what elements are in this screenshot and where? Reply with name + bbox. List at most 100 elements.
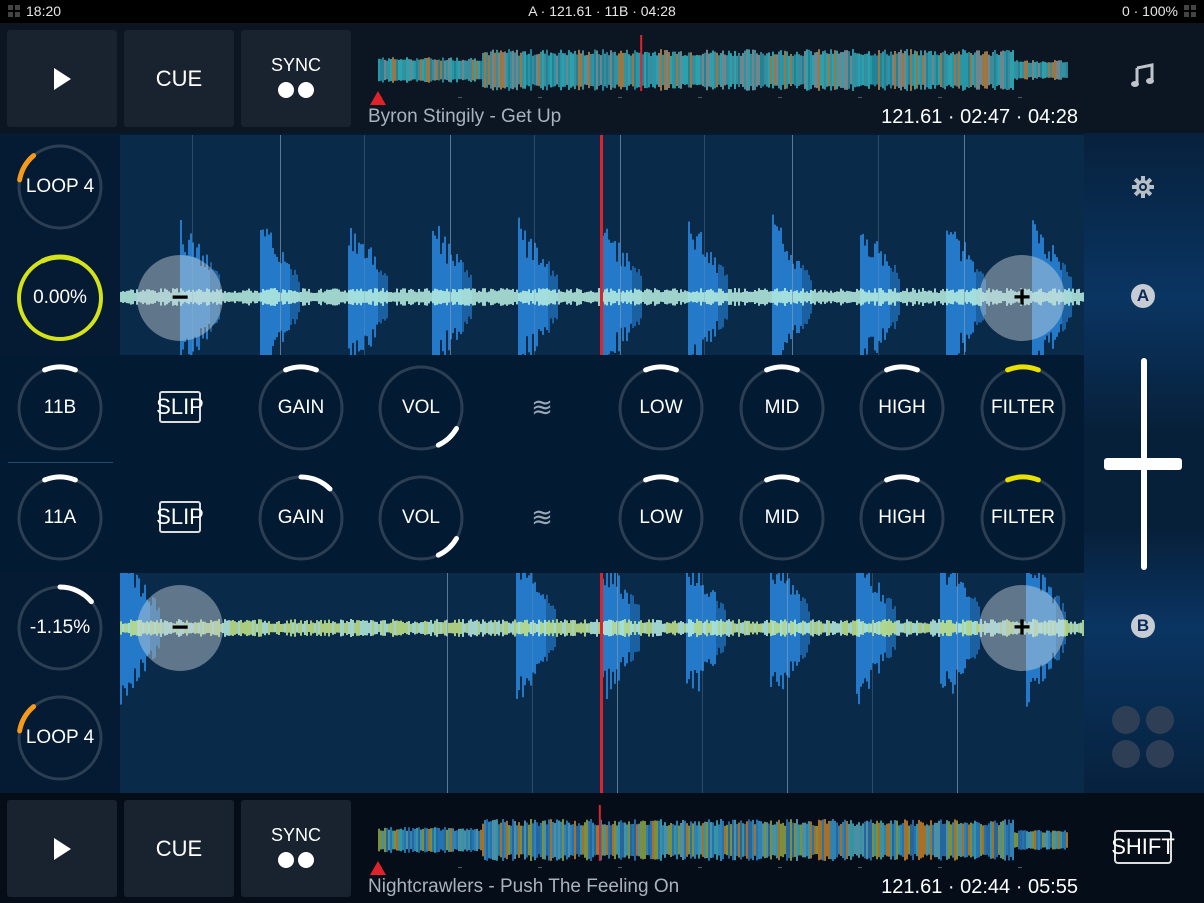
overview-bar (388, 58, 390, 82)
deck-a-key-knob[interactable]: 11B (16, 364, 104, 452)
sync-label: SYNC (270, 825, 321, 845)
overview-bar (402, 829, 404, 851)
wave-core (770, 619, 772, 637)
deck-a-pitch-knob[interactable]: 0.00% (16, 254, 104, 342)
deck-b-zoom-out-button[interactable]: − (137, 585, 223, 671)
wave-core (564, 619, 566, 637)
overview-bar (396, 59, 398, 81)
wave-core (514, 292, 516, 302)
deck-a-mid-knob[interactable]: MID (738, 364, 826, 452)
deck-b-waveform[interactable] (120, 573, 1084, 793)
deck-a-sync-button[interactable]: SYNC (241, 30, 351, 127)
overview-bar (458, 828, 460, 852)
wave-core (656, 619, 658, 637)
wave-core (290, 619, 292, 637)
overview-bar (390, 59, 392, 81)
wave-core (456, 622, 458, 634)
deck-b-overview-waveform[interactable] (368, 805, 1078, 875)
overview-bar (736, 55, 738, 85)
deck-a-waveform[interactable] (120, 135, 1084, 355)
deck-a-zoom-out-button[interactable]: − (137, 255, 223, 341)
overview-bar (672, 51, 674, 89)
eq-icon[interactable]: ≋ (527, 502, 557, 533)
deck-a-gain-knob[interactable]: GAIN (257, 364, 345, 452)
wave-core (718, 288, 720, 306)
deck-a-zoom-in-button[interactable]: + (979, 255, 1065, 341)
overview-bar (686, 823, 688, 857)
settings-gear-icon[interactable] (1131, 175, 1155, 199)
wave-core (520, 292, 522, 302)
deck-a-play-button[interactable] (7, 30, 117, 127)
wave-core (226, 292, 228, 302)
deck-b-select-button[interactable]: B (1131, 614, 1155, 638)
wave-core (932, 292, 934, 302)
wave-core (406, 621, 408, 635)
overview-bar (788, 821, 790, 859)
deck-b-low-knob[interactable]: LOW (617, 474, 705, 562)
overview-bar (564, 53, 566, 87)
overview-bar (1066, 62, 1068, 78)
crossfader[interactable] (1104, 355, 1184, 573)
overview-bar (930, 50, 932, 90)
deck-a-low-knob[interactable]: LOW (617, 364, 705, 452)
wave-core (448, 291, 450, 303)
deck-a-loop-knob[interactable]: LOOP 4 (16, 143, 104, 231)
overview-bar (396, 829, 398, 851)
deck-b-cue-button[interactable]: CUE (124, 800, 234, 897)
wave-core (268, 289, 270, 305)
overview-bar (1008, 50, 1010, 90)
overview-bar (716, 820, 718, 860)
wave-core (534, 622, 536, 634)
wave-core (300, 620, 302, 636)
deck-b-filter-knob[interactable]: FILTER (979, 474, 1067, 562)
wave-core (844, 620, 846, 636)
overview-bar (1002, 50, 1004, 90)
deck-a-cue-button[interactable]: CUE (124, 30, 234, 127)
wave-core (772, 620, 774, 636)
deck-b-gain-knob[interactable]: GAIN (257, 474, 345, 562)
wave-core (438, 622, 440, 634)
overview-bar (514, 52, 516, 88)
overview-bar (420, 59, 422, 81)
crossfader-handle[interactable] (1104, 458, 1182, 470)
deck-b-high-knob[interactable]: HIGH (858, 474, 946, 562)
wave-core (836, 623, 838, 633)
deck-a-volume-knob[interactable]: VOL (377, 364, 465, 452)
overview-bar (664, 50, 666, 90)
deck-b-zoom-in-button[interactable]: + (979, 585, 1065, 671)
wave-core (692, 291, 694, 303)
eq-icon[interactable]: ≋ (527, 392, 557, 423)
wave-core (662, 623, 664, 633)
overview-bar (970, 822, 972, 858)
wave-core (500, 288, 502, 306)
deck-b-mid-knob[interactable]: MID (738, 474, 826, 562)
overview-bar (472, 829, 474, 851)
shift-button[interactable]: SHIFT (1111, 830, 1175, 864)
overview-bar (720, 53, 722, 87)
deck-a-slip-button[interactable]: SLIP (156, 391, 204, 423)
pads-button[interactable] (1112, 706, 1178, 772)
deck-a-filter-knob[interactable]: FILTER (979, 364, 1067, 452)
deck-b-key-knob[interactable]: 11A (16, 474, 104, 562)
wave-core (366, 291, 368, 303)
overview-bar (690, 52, 692, 88)
overview-bar (626, 49, 628, 91)
deck-b-pitch-knob[interactable]: -1.15% (16, 584, 104, 672)
deck-b-play-button[interactable] (7, 800, 117, 897)
loop-label: LOOP 4 (25, 727, 95, 748)
wave-core (542, 288, 544, 306)
overview-bar (674, 825, 676, 855)
overview-bar (800, 55, 802, 85)
deck-b-volume-knob[interactable]: VOL (377, 474, 465, 562)
deck-b-sync-button[interactable]: SYNC (241, 800, 351, 897)
wave-core (688, 619, 690, 637)
deck-a-overview-waveform[interactable] (368, 35, 1078, 105)
wave-core (124, 291, 126, 303)
deck-b-loop-knob[interactable]: LOOP 4 (16, 694, 104, 782)
deck-b-slip-button[interactable]: SLIP (156, 501, 204, 533)
deck-a-select-button[interactable]: A (1131, 284, 1155, 308)
wave-core (454, 289, 456, 305)
deck-a-high-knob[interactable]: HIGH (858, 364, 946, 452)
wave-core (960, 289, 962, 305)
music-library-icon[interactable] (1128, 61, 1158, 91)
